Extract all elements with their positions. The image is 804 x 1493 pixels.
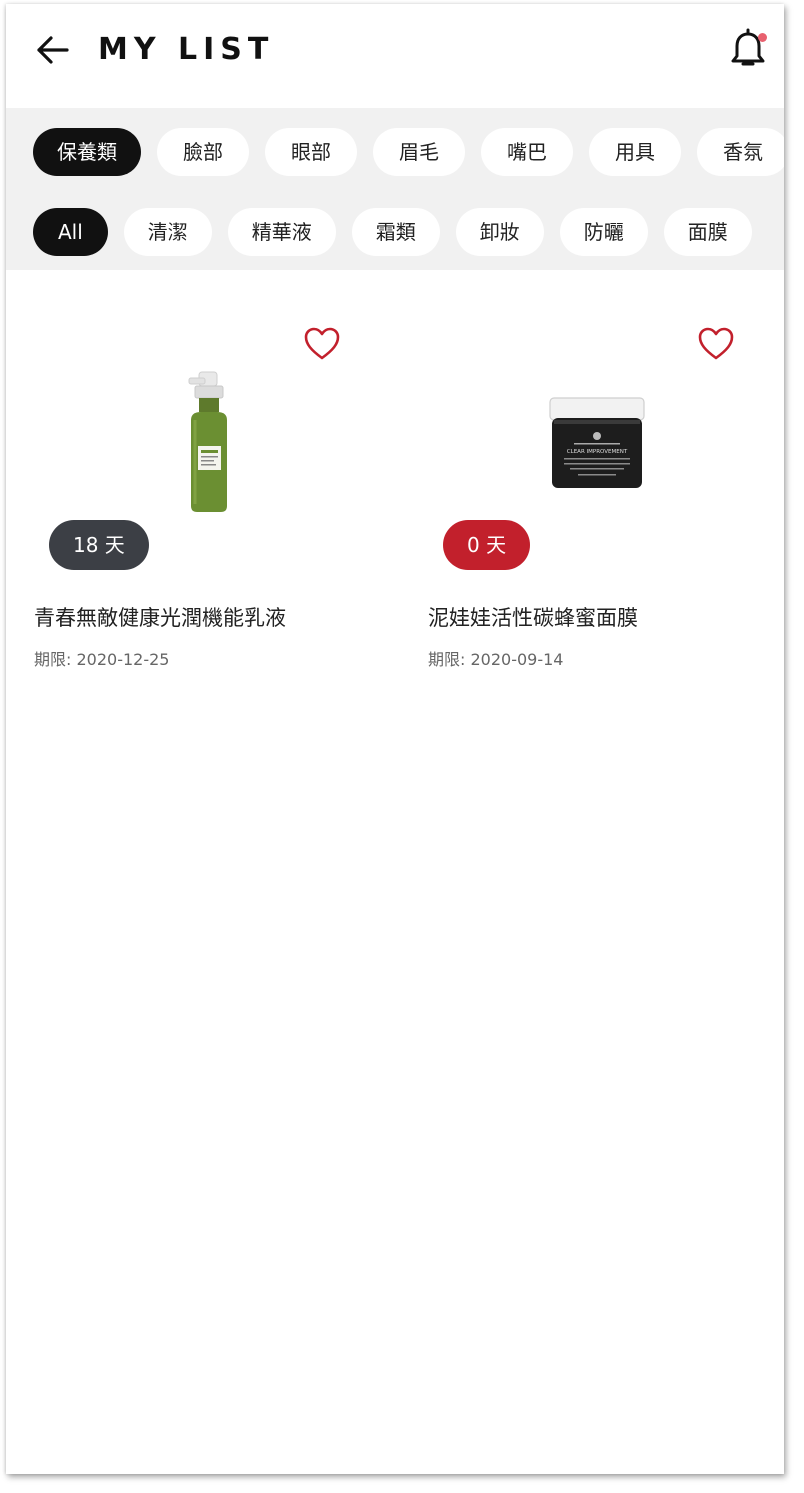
page-title: MY LIST <box>98 32 275 67</box>
favorite-button[interactable] <box>303 326 341 362</box>
chip-category-fragrance[interactable]: 香氛 <box>697 128 784 176</box>
filter-panel: 保養類 臉部 眼部 眉毛 嘴巴 用具 香氛 All 清潔 精華液 霜類 卸妝 防… <box>6 108 784 270</box>
app-screen: MY LIST 保養類 臉部 眼部 眉毛 嘴巴 用具 香氛 All 清潔 精華液… <box>6 4 784 1474</box>
jar-label-text: CLEAR IMPROVEMENT <box>567 449 628 455</box>
chip-sub-mask[interactable]: 面膜 <box>663 208 752 256</box>
days-remaining-badge: 18 天 <box>49 520 149 570</box>
chip-category-eyebrows[interactable]: 眉毛 <box>373 128 465 176</box>
chip-category-lips[interactable]: 嘴巴 <box>481 128 573 176</box>
days-remaining-badge: 0 天 <box>443 520 531 570</box>
heart-icon <box>304 327 340 360</box>
chip-sub-all[interactable]: All <box>33 208 108 256</box>
notification-button[interactable] <box>728 28 772 72</box>
product-card[interactable]: CLEAR IMPROVEMENT 0 天 泥娃娃活性碳蜂蜜面膜 期限: 202… <box>400 274 784 694</box>
chip-sub-sunscreen[interactable]: 防曬 <box>559 208 648 256</box>
product-expiry-date: 期限: 2020-09-14 <box>428 650 564 669</box>
chip-sub-cream[interactable]: 霜類 <box>351 208 440 256</box>
chip-sub-cleansing[interactable]: 清潔 <box>123 208 212 256</box>
chip-category-skincare[interactable]: 保養類 <box>33 128 141 176</box>
arrow-left-icon <box>37 36 69 64</box>
chip-sub-serum[interactable]: 精華液 <box>227 208 336 256</box>
category-chips: 保養類 臉部 眼部 眉毛 嘴巴 用具 香氛 <box>33 128 784 176</box>
chip-category-tools[interactable]: 用具 <box>589 128 681 176</box>
chip-category-face[interactable]: 臉部 <box>157 128 249 176</box>
favorite-button[interactable] <box>697 326 735 362</box>
notification-dot <box>758 33 767 42</box>
chip-category-eyes[interactable]: 眼部 <box>265 128 357 176</box>
subcategory-chips: All 清潔 精華液 霜類 卸妝 防曬 面膜 <box>33 208 752 256</box>
product-name: 青春無敵健康光潤機能乳液 <box>34 606 286 630</box>
back-button[interactable] <box>32 30 72 70</box>
chip-sub-makeup-remover[interactable]: 卸妝 <box>455 208 544 256</box>
heart-icon <box>698 327 734 360</box>
product-name: 泥娃娃活性碳蜂蜜面膜 <box>428 606 638 630</box>
top-app-bar: MY LIST <box>6 4 784 108</box>
product-image-jar: CLEAR IMPROVEMENT <box>530 364 650 514</box>
product-image-bottle <box>151 364 271 514</box>
product-card[interactable]: 18 天 青春無敵健康光潤機能乳液 期限: 2020-12-25 <box>6 274 395 694</box>
product-expiry-date: 期限: 2020-12-25 <box>34 650 170 669</box>
